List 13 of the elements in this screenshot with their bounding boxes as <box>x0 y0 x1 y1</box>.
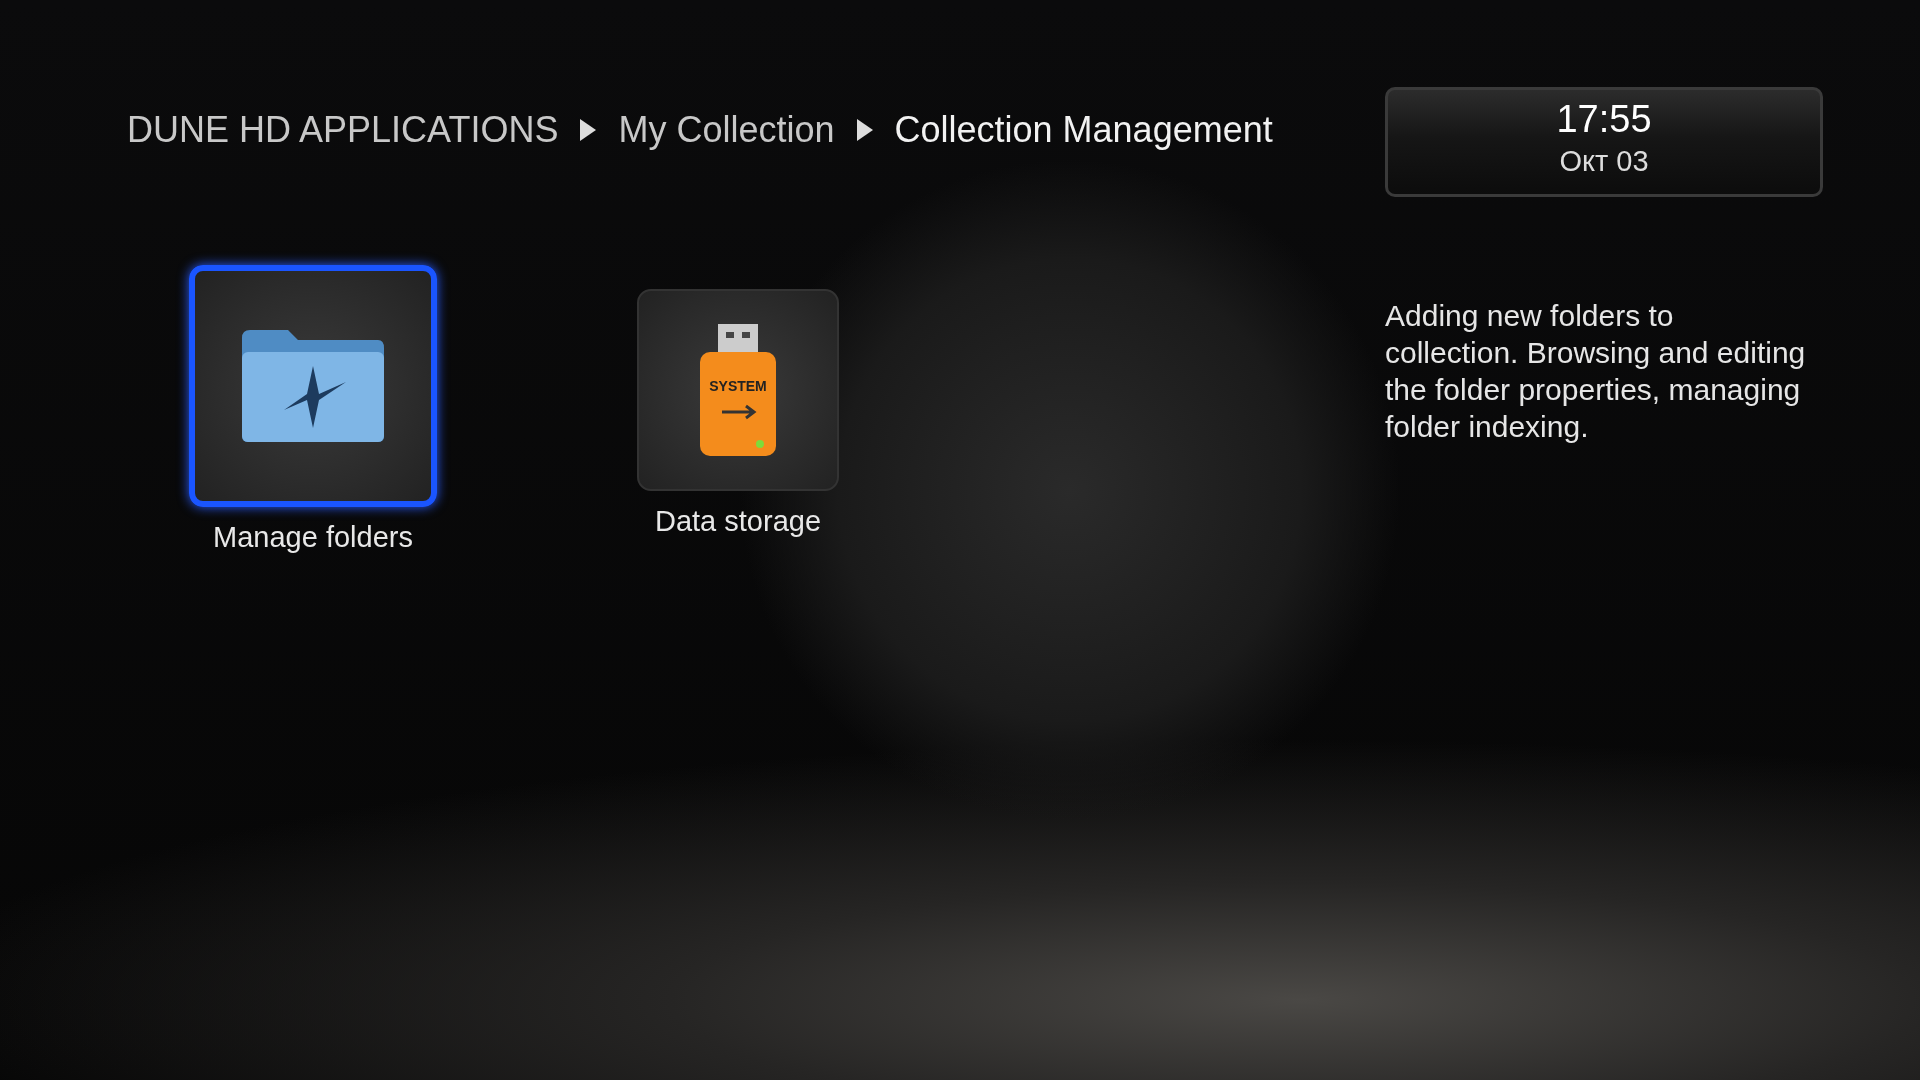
chevron-right-icon <box>856 119 873 141</box>
clock-time: 17:55 <box>1556 98 1652 141</box>
app-tile[interactable]: SYSTEM <box>637 289 839 491</box>
breadcrumb-item: DUNE HD APPLICATIONS <box>127 109 559 151</box>
tile-label: Data storage <box>654 505 821 538</box>
description-text: Adding new folders to collection. Browsing and editing the folder properties, managing folder indexing. <box>1385 298 1807 445</box>
clock-date: Окт 03 <box>1559 145 1649 178</box>
breadcrumb-item: Collection Management <box>894 109 1273 151</box>
tile-label: Manage folders <box>213 521 413 554</box>
chevron-right-icon <box>580 119 597 141</box>
app-tile[interactable] <box>189 265 437 507</box>
usb-label: SYSTEM <box>708 378 768 394</box>
breadcrumb-item: My Collection <box>618 109 835 151</box>
